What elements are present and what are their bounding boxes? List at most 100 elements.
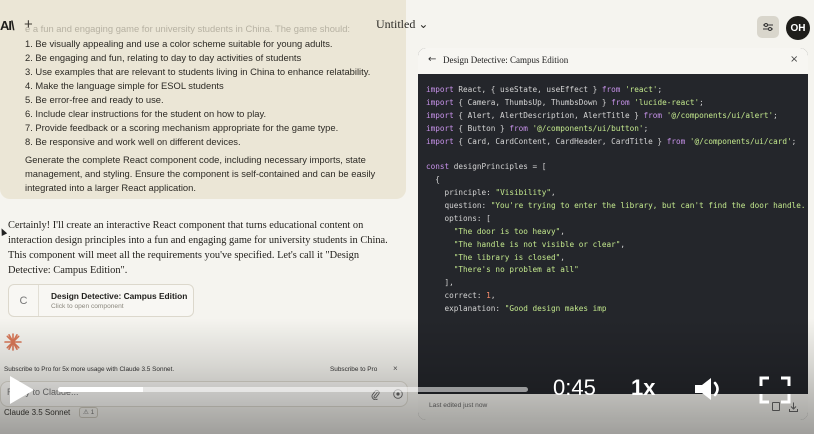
fullscreen-icon[interactable]	[759, 376, 791, 404]
code-line: "There's no problem at all"	[426, 264, 806, 277]
playback-speed-button[interactable]: 1x	[631, 375, 655, 401]
code-token: "Visibility"	[495, 188, 551, 198]
mouse-cursor-icon	[0, 227, 8, 236]
code-line: const designPrinciples = [	[426, 161, 806, 174]
requirement-item: 2. Be engaging and fun, relating to day …	[25, 52, 302, 63]
code-token: import	[426, 85, 459, 94]
code-token: React, { useState, useEffect }	[458, 85, 602, 94]
code-token: from	[643, 110, 667, 120]
code-token: {	[426, 175, 440, 185]
settings-sliders-icon	[763, 23, 773, 31]
artifact-panel-footer: Last edited just now	[418, 394, 808, 420]
code-token: ;	[773, 110, 778, 120]
code-token: const	[426, 162, 454, 172]
new-chat-button[interactable]: +	[24, 16, 33, 33]
artifact-card-title: Design Detective: Campus Edition	[51, 291, 188, 301]
code-token: principle:	[426, 188, 496, 198]
code-line: correct: 1,	[426, 290, 806, 303]
code-line: options: [	[426, 213, 806, 226]
code-token: ,	[620, 239, 626, 249]
code-line: {	[426, 174, 806, 187]
code-line: import React, { useState, useEffect } fr…	[426, 84, 806, 97]
code-line: "The handle is not visible or clear",	[426, 239, 806, 252]
code-token: import	[426, 136, 459, 146]
code-token: "Good design makes imp	[504, 304, 607, 314]
requirement-item: 8. Be responsive and work well on differ…	[25, 136, 241, 147]
chat-input-box[interactable]	[0, 381, 408, 407]
user-avatar[interactable]: OH	[786, 16, 810, 40]
close-panel-icon[interactable]: ×	[790, 54, 798, 65]
code-token: '@/components/ui/button'	[532, 123, 644, 133]
app-root: e a fun and engaging game for university…	[0, 0, 814, 434]
code-token: "The handle is not visible or clear"	[453, 239, 621, 249]
code-token: ;	[791, 136, 797, 146]
code-token: '@/components/ui/card'	[689, 136, 792, 146]
code-token: "The door is too heavy"	[453, 226, 561, 236]
code-token: ,	[560, 252, 565, 262]
code-line: import { Card, CardContent, CardHeader, …	[426, 136, 806, 149]
code-line: explanation: "Good design makes imp	[426, 303, 806, 316]
code-line: ],	[426, 277, 806, 290]
top-bar: AI\ + Untitled ⌄ OH	[0, 0, 814, 46]
code-token: options: [	[426, 213, 491, 223]
play-icon[interactable]	[10, 376, 34, 404]
code-token: { Camera, ThumbsUp, ThumbsDown }	[458, 97, 612, 107]
code-token: { Button }	[458, 123, 510, 133]
code-token: question:	[426, 201, 491, 211]
promo-text: Subscribe to Pro for 5x more usage with …	[4, 366, 175, 373]
requirement-item: 6. Include clear instructions for the st…	[25, 108, 267, 119]
code-token: 'lucide-react'	[634, 97, 700, 107]
conversation-title-dropdown[interactable]: Untitled ⌄	[376, 17, 428, 32]
code-token: "The library is closed"	[453, 252, 561, 262]
subscribe-to-pro-link[interactable]: Subscribe to Pro	[330, 366, 377, 373]
requirements-list: 1. Be visually appealing and use a color…	[25, 37, 370, 149]
requirement-item: 7. Provide feedback or a scoring mechani…	[25, 122, 339, 133]
code-line: import { Button } from '@/components/ui/…	[426, 123, 806, 136]
code-line: import { Camera, ThumbsUp, ThumbsDown } …	[426, 97, 806, 110]
code-line: "The door is too heavy",	[426, 226, 806, 239]
subscribe-promo-bar: Subscribe to Pro for 5x more usage with …	[0, 362, 406, 378]
video-progress-bar[interactable]	[58, 387, 528, 392]
code-token: ],	[426, 278, 454, 288]
code-token: import	[426, 110, 459, 120]
code-token: { Card, CardContent, CardHeader, CardTit…	[458, 136, 667, 146]
code-line: question: "You're trying to enter the li…	[426, 200, 806, 213]
code-file-icon: C	[9, 285, 39, 316]
requirement-item: 4. Make the language simple for ESOL stu…	[25, 80, 224, 91]
requirement-item: 5. Be error-free and ready to use.	[25, 94, 164, 105]
last-edited-text: Last edited just now	[429, 402, 488, 409]
code-token: import	[426, 97, 459, 107]
video-time: 0:45	[553, 375, 596, 400]
code-token: ,	[490, 291, 496, 301]
code-line: import { Alert, AlertDescription, AlertT…	[426, 110, 806, 123]
back-arrow-icon[interactable]: ←	[428, 54, 436, 65]
claude-spark-icon	[4, 333, 22, 351]
code-token: explanation:	[426, 304, 505, 314]
requirement-item: 3. Use examples that are relevant to stu…	[25, 66, 371, 77]
artifact-panel: ← Design Detective: Campus Edition × imp…	[418, 48, 808, 420]
settings-button[interactable]	[757, 16, 779, 38]
code-line: principle: "Visibility",	[426, 187, 806, 200]
code-token: designPrinciples = [	[453, 162, 547, 172]
code-token: '@/components/ui/alert'	[666, 110, 774, 120]
model-warning-badge[interactable]: ⚠ 1	[79, 407, 99, 418]
code-token: ,	[560, 226, 565, 236]
code-token: from	[666, 136, 690, 146]
code-token: { Alert, AlertDescription, AlertTitle }	[458, 110, 644, 120]
user-message-generate-text: Generate the complete React component co…	[25, 154, 376, 193]
code-line: "The library is closed",	[426, 252, 806, 265]
code-token: import	[426, 123, 459, 133]
promo-close-button[interactable]: ×	[393, 364, 398, 373]
code-token: correct:	[426, 291, 487, 301]
model-selector[interactable]: Claude 3.5 Sonnet	[4, 408, 70, 417]
claude-logo[interactable]: AI\	[0, 18, 15, 33]
volume-icon[interactable]	[693, 375, 727, 403]
assistant-message-text: Certainly! I'll create an interactive Re…	[8, 220, 388, 276]
code-token: from	[509, 123, 533, 133]
code-token: from	[611, 97, 635, 107]
code-block: import React, { useState, useEffect } fr…	[426, 84, 806, 316]
artifact-card[interactable]: C Design Detective: Campus Edition Click…	[8, 284, 194, 317]
